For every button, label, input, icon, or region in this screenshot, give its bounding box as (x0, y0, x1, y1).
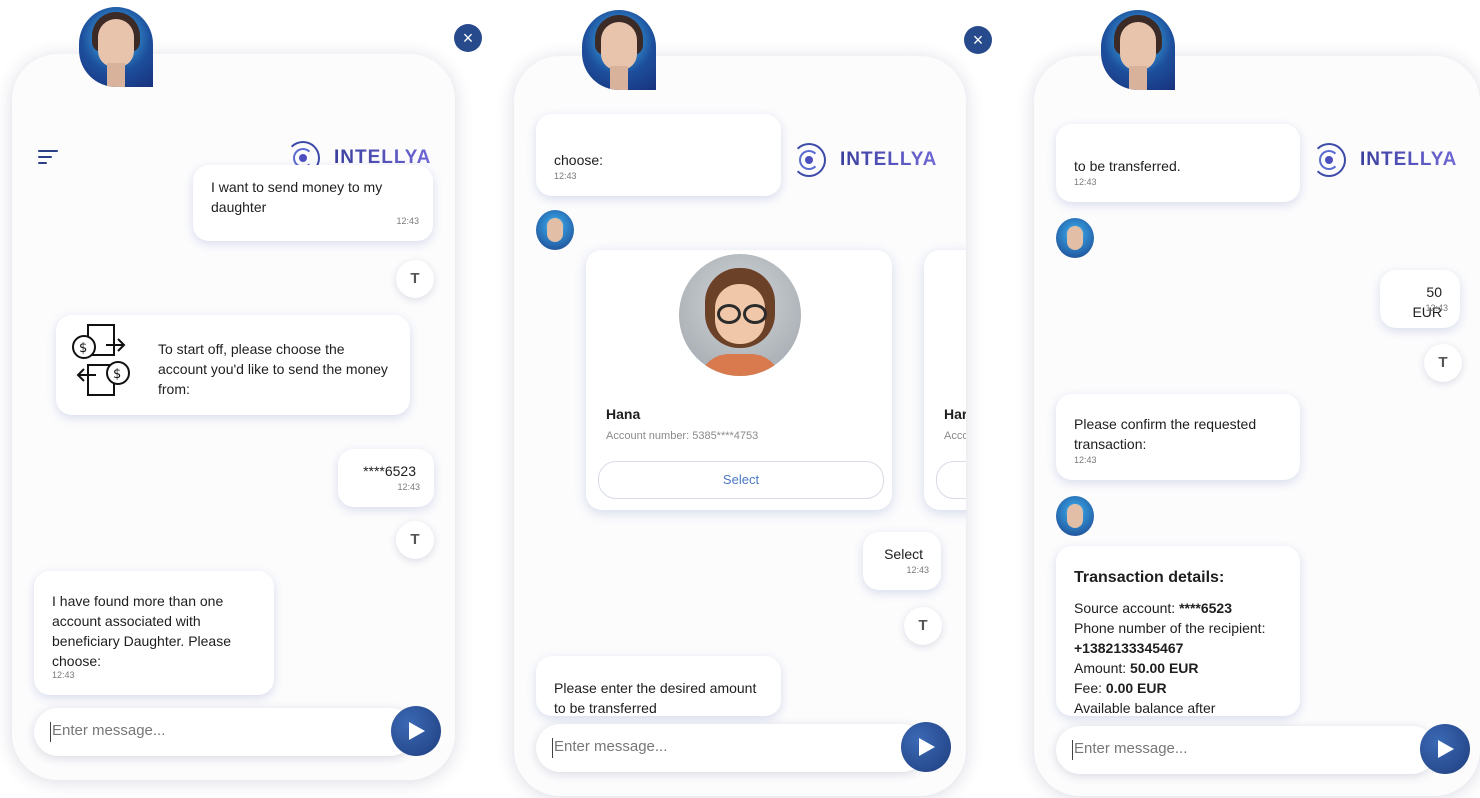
brand-logo: INTELLYA (1312, 140, 1457, 180)
phone-value: +1382133345467 (1074, 640, 1184, 656)
input-placeholder: Enter message... (52, 722, 166, 739)
balance-row: Available balance after (1074, 700, 1216, 716)
chat-window: INTELLYA to be transferred. 12:43 50 EUR… (1034, 56, 1480, 796)
logo-icon (1312, 143, 1346, 177)
user-message: Select 12:43 (863, 532, 941, 590)
chat-panel-3: INTELLYA to be transferred. 12:43 50 EUR… (1020, 0, 1480, 798)
assistant-avatar-small (1056, 218, 1094, 258)
send-button[interactable] (391, 706, 441, 756)
message-text: Please enter the desired amount to be tr… (554, 680, 757, 716)
message-time: 12:43 (554, 171, 577, 181)
chat-window: INTELLYA choose: 12:43 Hana Account numb… (514, 56, 966, 796)
amount-value: 50.00 EUR (1130, 660, 1199, 676)
send-button[interactable] (901, 722, 951, 772)
reply-icon: T (1424, 344, 1462, 382)
assistant-avatar (1101, 10, 1175, 90)
input-placeholder: Enter message... (554, 738, 668, 755)
details-title: Transaction details: (1074, 569, 1225, 586)
message-text: I want to send money to my daughter (211, 179, 383, 215)
message-time: 12:43 (906, 565, 929, 575)
reply-icon: T (396, 260, 434, 298)
beneficiary-name: Hana (606, 406, 641, 422)
reply-icon: T (396, 521, 434, 559)
phone-label: Phone number of the recipient: (1074, 620, 1266, 636)
send-button[interactable] (1420, 724, 1470, 774)
close-button[interactable]: × (454, 24, 482, 52)
message-time: 12:43 (1074, 177, 1097, 187)
bot-message: Please confirm the requested transaction… (1056, 394, 1300, 480)
amount-label: Amount: (1074, 660, 1127, 676)
assistant-avatar-small (1056, 496, 1094, 536)
message-text: I have found more than one account assoc… (52, 593, 231, 669)
bot-message: I have found more than one account assoc… (34, 571, 274, 695)
message-time: 12:43 (1425, 303, 1448, 313)
svg-text:$: $ (113, 367, 121, 382)
beneficiary-name: Har (944, 406, 966, 422)
message-text: To start off, please choose the account … (158, 341, 388, 397)
user-message: I want to send money to my daughter 12:4… (193, 165, 433, 241)
assistant-avatar (79, 7, 153, 87)
bot-message: choose: 12:43 (536, 114, 781, 196)
phone-row: Phone number of the recipient: +13821333… (1074, 618, 1282, 658)
user-message: ****6523 12:43 (338, 449, 434, 507)
message-time: 12:43 (1074, 455, 1097, 465)
amount-row: Amount: 50.00 EUR (1074, 658, 1282, 678)
message-input[interactable]: Enter message... (536, 724, 926, 772)
message-time: 12:43 (397, 482, 420, 492)
beneficiary-account-number: Acco (944, 430, 966, 442)
svg-text:$: $ (79, 341, 87, 356)
chat-panel-1: × INTELLYA I want to send money to my da… (0, 0, 490, 798)
chat-panel-2: × INTELLYA choose: 12:43 Hana Account nu… (505, 0, 1000, 798)
close-button[interactable]: × (964, 26, 992, 54)
beneficiary-avatar (679, 254, 801, 376)
account-card-partial: Har Acco (924, 250, 966, 510)
bot-message-with-icon: $ $ To start off, please choose the acco… (56, 315, 410, 415)
brand-logo: INTELLYA (792, 140, 937, 180)
source-label: Source account: (1074, 600, 1176, 616)
brand-name: INTELLYA (1360, 149, 1458, 170)
bot-message: to be transferred. 12:43 (1056, 124, 1300, 202)
menu-icon[interactable] (38, 150, 60, 164)
select-account-button[interactable] (936, 461, 966, 499)
source-value: ****6523 (1179, 600, 1232, 616)
beneficiary-account-number: Account number: 5385****4753 (606, 430, 759, 442)
assistant-avatar-small (536, 210, 574, 250)
chat-window: INTELLYA I want to send money to my daug… (12, 54, 455, 780)
money-transfer-icon: $ $ (72, 324, 130, 396)
input-placeholder: Enter message... (1074, 740, 1188, 757)
bot-message: Please enter the desired amount to be tr… (536, 656, 781, 716)
select-account-button[interactable]: Select (598, 461, 884, 499)
user-message: 50 EUR 12:43 (1380, 270, 1460, 328)
fee-label: Fee: (1074, 680, 1103, 696)
message-text: Please confirm the requested transaction… (1074, 416, 1257, 452)
message-time: 12:43 (396, 216, 419, 226)
brand-name: INTELLYA (840, 149, 938, 170)
fee-value: 0.00 EUR (1105, 680, 1167, 696)
transaction-details-card: Transaction details: Source account: ***… (1056, 546, 1300, 716)
message-input[interactable]: Enter message... (34, 708, 414, 756)
message-time: 12:43 (52, 670, 75, 680)
fee-row: Fee: 0.00 EUR (1074, 678, 1282, 698)
reply-icon: T (904, 607, 942, 645)
message-input[interactable]: Enter message... (1056, 726, 1436, 774)
logo-icon (792, 143, 826, 177)
source-account-row: Source account: ****6523 (1074, 598, 1282, 618)
account-card: Hana Account number: 5385****4753 Select (586, 250, 892, 510)
assistant-avatar (582, 10, 656, 90)
